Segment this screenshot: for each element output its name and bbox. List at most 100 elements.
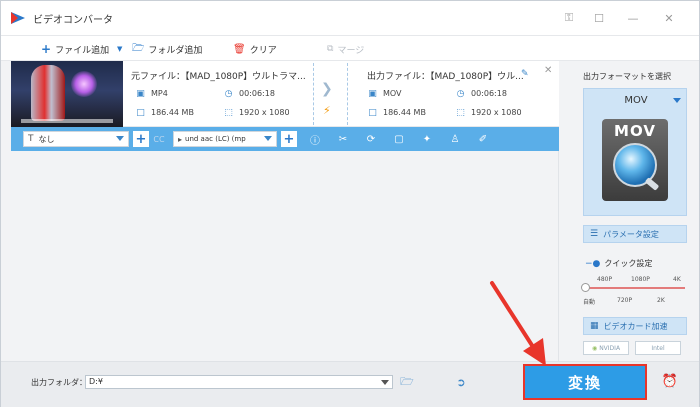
output-format-value: MOV (383, 89, 402, 98)
clock-icon: ◷ (224, 88, 233, 99)
select-format-label: 出力フォーマットを選択 (583, 72, 671, 81)
trash-icon: 🗑 (233, 43, 246, 55)
clock-icon: ◷ (456, 88, 465, 99)
app-logo-icon (11, 12, 25, 24)
source-size-value: 186.44 MB (151, 108, 194, 117)
bottom-bar: 出力フォルダ： D:¥ 🗁 ➲ 変換 ⏰ (1, 361, 699, 407)
add-file-button[interactable]: + ファイル追加 (41, 42, 109, 56)
toolbar: + ファイル追加 ▼ 🗁 フォルダ追加 🗑 クリア ⧉ マージ (1, 35, 699, 61)
output-resolution: ⬚ 1920 x 1080 (455, 107, 521, 118)
gpu-acceleration-label: ビデオカード加速 (603, 321, 668, 331)
output-format-selector[interactable]: MOV MOV (583, 88, 687, 216)
cart-icon[interactable]: ☐ (591, 10, 607, 26)
quality-label: 480P (597, 276, 613, 283)
close-button[interactable]: ✕ (661, 10, 677, 26)
minimize-button[interactable]: — (625, 10, 641, 26)
right-panel: 出力フォーマットを選択 MOV MOV ☰ パラメータ設定 −● クイック設定 … (571, 61, 699, 361)
source-duration-value: 00:06:18 (239, 89, 275, 98)
intel-badge[interactable]: Intel (635, 341, 681, 355)
resolution-icon: ⬚ (456, 107, 465, 118)
quality-label: 自動 (583, 299, 596, 306)
parameter-settings-label: パラメータ設定 (603, 229, 659, 239)
add-folder-label: フォルダ追加 (148, 45, 203, 56)
effects-wand-icon[interactable]: ✦ (420, 132, 434, 146)
window-title: ビデオコンバータ (33, 15, 113, 26)
output-folder-select[interactable]: D:¥ (85, 375, 393, 389)
watermark-stamp-icon[interactable]: ♙ (448, 132, 462, 146)
convert-arrow-icon: ❯ (321, 81, 333, 97)
mov-icon-text: MOV (614, 122, 656, 140)
source-size: □ 186.44 MB (135, 107, 194, 118)
convert-button[interactable]: 変換 (523, 364, 647, 400)
open-output-folder-icon[interactable]: ➲ (453, 375, 469, 389)
subtitle-edit-icon[interactable]: ✐ (476, 132, 490, 146)
divider-left (313, 63, 314, 125)
chevron-down-icon (381, 380, 389, 385)
add-audio-button[interactable]: + (281, 131, 297, 147)
format-icon: ▣ (136, 88, 145, 99)
nvidia-badge[interactable]: ◉ NVIDIA (583, 341, 629, 355)
lightning-icon[interactable]: ⚡ (323, 104, 331, 117)
video-thumbnail[interactable] (11, 61, 123, 127)
subtitle-select[interactable]: T なし (23, 131, 129, 147)
rotate-icon[interactable]: ⟳ (364, 132, 378, 146)
thumbnail-glow (71, 71, 97, 97)
chevron-down-icon (116, 136, 124, 141)
thumbnail-subtitle (21, 119, 113, 123)
quality-slider-track[interactable] (585, 287, 685, 289)
slider-icon: −● (585, 258, 601, 269)
source-format-value: MP4 (151, 89, 168, 98)
folder-icon: 🗁 (132, 42, 145, 54)
text-icon: T (28, 134, 34, 144)
merge-icon: ⧉ (327, 44, 334, 54)
output-format: ▣ MOV (367, 88, 402, 99)
quick-settings-label: クイック設定 (604, 259, 653, 268)
merge-button[interactable]: ⧉ マージ (327, 42, 364, 56)
audio-track-select[interactable]: ▸ und aac (LC) (mp (173, 131, 277, 147)
subtitle-value: なし (38, 134, 55, 144)
output-size-value: 186.44 MB (383, 108, 426, 117)
app-window: ビデオコンバータ ⚿ ☐ — ✕ + ファイル追加 ▼ 🗁 フォルダ追加 🗑 ク… (0, 0, 700, 407)
format-icon: ▣ (368, 88, 377, 99)
remove-file-icon[interactable]: ✕ (544, 65, 552, 76)
audio-track-value: und aac (LC) (mp (185, 135, 246, 143)
clear-button[interactable]: 🗑 クリア (233, 42, 277, 56)
rename-pen-icon[interactable]: ✎ (521, 69, 529, 79)
file-list: 元ファイル：【MAD_1080P】ウルトラマ... ▣ MP4 ◷ 00:06:… (11, 61, 559, 361)
quality-label: 4K (673, 276, 681, 283)
folder-size-icon: □ (368, 107, 377, 118)
dropdown-arrow-icon: ▼ (117, 45, 123, 53)
quality-label: 2K (657, 297, 665, 304)
source-resolution-value: 1920 x 1080 (239, 108, 290, 117)
clear-label: クリア (249, 45, 277, 56)
quality-label: 1080P (631, 276, 650, 283)
parameter-settings-button[interactable]: ☰ パラメータ設定 (583, 225, 687, 243)
nvidia-logo-icon: ◉ (591, 344, 598, 352)
crop-icon[interactable]: ▢ (392, 132, 406, 146)
output-folder-label: 出力フォルダ： (31, 378, 87, 387)
edit-bar: T なし + CC ▸ und aac (LC) (mp + ⓘ ✂ ⟳ ▢ ✦… (11, 127, 559, 151)
quick-settings-title: −● クイック設定 (585, 258, 652, 269)
browse-folder-icon[interactable]: 🗁 (399, 375, 415, 389)
thumbnail-figure (31, 65, 65, 121)
output-size: □ 186.44 MB (367, 107, 426, 118)
add-subtitle-button[interactable]: + (133, 131, 149, 147)
gpu-acceleration-button[interactable]: ▦ ビデオカード加速 (583, 317, 687, 335)
add-file-dropdown[interactable]: ▼ (117, 42, 122, 56)
alarm-clock-icon[interactable]: ⏰ (661, 372, 679, 390)
resolution-icon: ⬚ (224, 107, 233, 118)
source-duration: ◷ 00:06:18 (223, 88, 275, 99)
cc-icon[interactable]: CC (151, 131, 167, 147)
quicktime-logo (613, 143, 657, 187)
file-item[interactable]: 元ファイル：【MAD_1080P】ウルトラマ... ▣ MP4 ◷ 00:06:… (11, 61, 559, 127)
quality-slider-knob[interactable] (581, 283, 590, 292)
cc-label: CC (153, 134, 165, 144)
key-icon[interactable]: ⚿ (561, 10, 577, 26)
title-bar: ビデオコンバータ ⚿ ☐ — ✕ (1, 1, 699, 35)
chevron-down-icon (264, 136, 272, 141)
add-file-label: ファイル追加 (55, 45, 110, 56)
info-icon[interactable]: ⓘ (308, 132, 322, 147)
scissors-icon[interactable]: ✂ (336, 132, 350, 146)
plus-icon: + (41, 42, 52, 56)
add-folder-button[interactable]: 🗁 フォルダ追加 (132, 42, 202, 56)
